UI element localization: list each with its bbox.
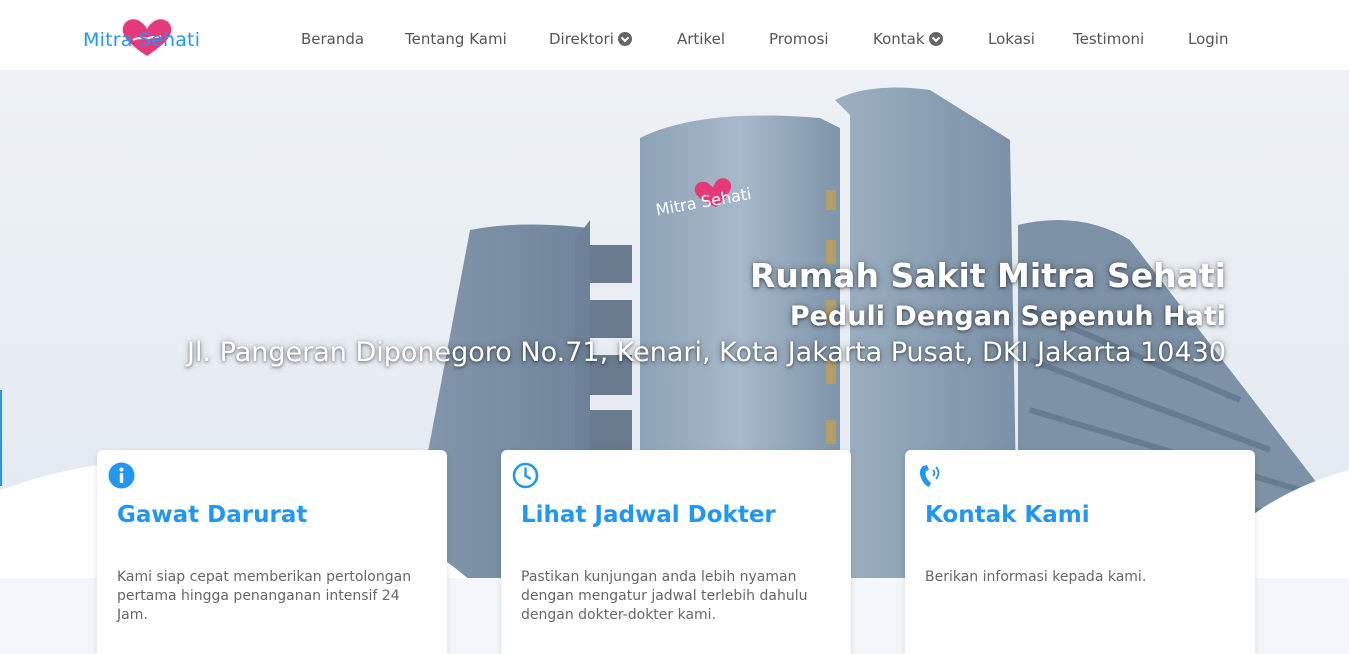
card-title: Gawat Darurat bbox=[117, 502, 308, 528]
hero-title: Rumah Sakit Mitra Sehati bbox=[749, 256, 1226, 295]
hero-subtitle: Peduli Dengan Sepenuh Hati bbox=[789, 301, 1226, 332]
nav-artikel[interactable]: Artikel bbox=[677, 30, 725, 48]
nav-label: Login bbox=[1188, 30, 1229, 48]
card-jadwal-dokter[interactable]: Lihat Jadwal Dokter Pastikan kunjungan a… bbox=[501, 450, 851, 654]
card-kontak-kami[interactable]: Kontak Kami Berikan informasi kepada kam… bbox=[905, 450, 1255, 654]
nav-promosi[interactable]: Promosi bbox=[769, 30, 829, 48]
nav-label: Beranda bbox=[301, 30, 365, 48]
hero-address: Jl. Pangeran Diponegoro No.71, Kenari, K… bbox=[187, 337, 1226, 368]
nav-kontak[interactable]: Kontak bbox=[873, 30, 943, 48]
card-gawat-darurat[interactable]: Gawat Darurat Kami siap cepat memberikan… bbox=[97, 450, 447, 654]
card-title: Lihat Jadwal Dokter bbox=[521, 502, 776, 528]
info-icon bbox=[108, 462, 135, 489]
nav-label: Tentang Kami bbox=[405, 30, 507, 48]
nav-beranda[interactable]: Beranda bbox=[301, 30, 364, 48]
nav-tentang-kami[interactable]: Tentang Kami bbox=[405, 30, 507, 48]
nav-label: Kontak bbox=[873, 30, 925, 48]
main-nav: Beranda Tentang Kami Direktori Artikel P… bbox=[0, 0, 1349, 70]
nav-label: Artikel bbox=[677, 30, 726, 48]
clock-icon bbox=[512, 462, 539, 489]
nav-label: Testimoni bbox=[1073, 30, 1145, 48]
nav-label: Direktori bbox=[549, 30, 614, 48]
card-text: Pastikan kunjungan anda lebih nyaman den… bbox=[521, 569, 808, 623]
nav-direktori[interactable]: Direktori bbox=[549, 30, 632, 48]
nav-lokasi[interactable]: Lokasi bbox=[988, 30, 1035, 48]
navbar: Mitra Sehati Beranda Tentang Kami Direkt… bbox=[0, 0, 1349, 70]
card-text: Kami siap cepat memberikan pertolongan p… bbox=[117, 569, 412, 623]
card-text: Berikan informasi kepada kami. bbox=[925, 569, 1147, 585]
phone-icon bbox=[919, 465, 940, 487]
nav-login[interactable]: Login bbox=[1188, 30, 1228, 48]
chevron-down-icon bbox=[928, 32, 943, 46]
chevron-down-icon bbox=[617, 32, 632, 46]
card-title: Kontak Kami bbox=[925, 502, 1090, 528]
nav-label: Lokasi bbox=[988, 30, 1035, 48]
nav-testimoni[interactable]: Testimoni bbox=[1073, 30, 1144, 48]
hero-accent-bar bbox=[0, 390, 2, 486]
nav-label: Promosi bbox=[769, 30, 829, 48]
